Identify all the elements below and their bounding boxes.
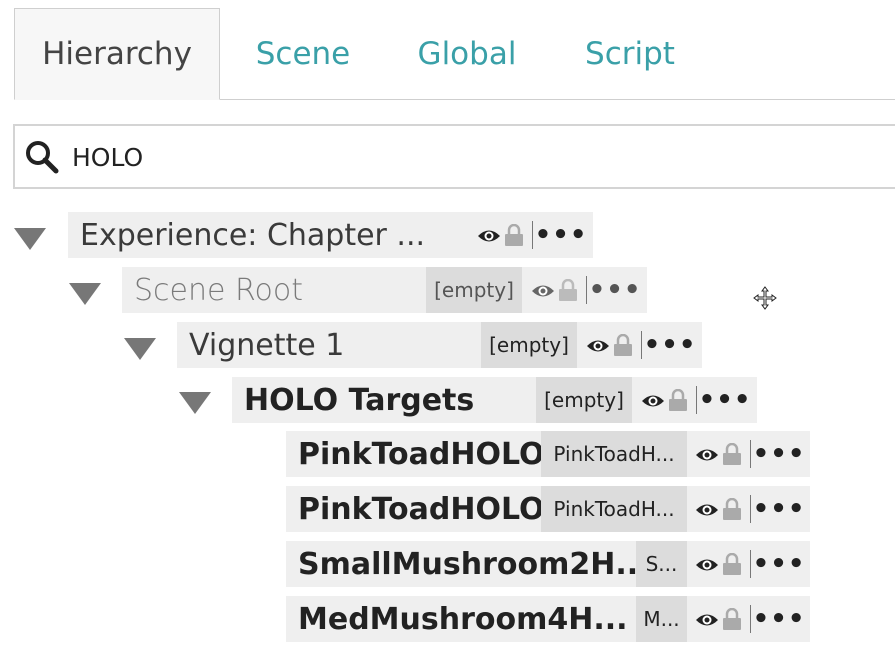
- eye-icon[interactable]: [695, 611, 719, 629]
- node-value-pill: M...: [636, 596, 687, 642]
- tree-row-pinktoad-2[interactable]: PinkToadHOLO PinkToadH... •••: [286, 486, 810, 532]
- tree-row-vignette[interactable]: Vignette 1 [empty] •••: [177, 322, 702, 368]
- separator: [696, 386, 697, 414]
- more-options-button[interactable]: •••: [699, 377, 751, 423]
- more-options-button[interactable]: •••: [753, 486, 805, 532]
- more-options-button[interactable]: •••: [644, 322, 696, 368]
- node-name: SmallMushroom2H...: [298, 546, 650, 582]
- separator: [586, 276, 587, 304]
- eye-icon[interactable]: [695, 501, 719, 519]
- eye-icon[interactable]: [641, 392, 665, 410]
- node-name: PinkToadHOLO: [298, 491, 545, 527]
- lock-icon[interactable]: [505, 224, 523, 246]
- more-options-button[interactable]: •••: [589, 267, 641, 313]
- node-name: Experience: Chapter ...: [80, 217, 426, 253]
- node-name: Vignette 1: [189, 327, 345, 363]
- tree-row-pinktoad-1[interactable]: PinkToadHOLO PinkToadH... •••: [286, 431, 810, 477]
- node-value-pill: [empty]: [426, 267, 522, 313]
- node-name: MedMushroom4H...: [298, 601, 628, 637]
- node-value-pill: [empty]: [481, 322, 577, 368]
- eye-icon[interactable]: [695, 446, 719, 464]
- separator: [750, 550, 751, 578]
- search-icon[interactable]: [25, 140, 59, 174]
- node-value-pill: PinkToadH...: [541, 431, 687, 477]
- node-name: Scene Root: [134, 272, 303, 308]
- separator: [641, 331, 642, 359]
- separator: [750, 440, 751, 468]
- node-name: HOLO Targets: [244, 382, 475, 418]
- lock-icon[interactable]: [723, 608, 741, 630]
- node-value-pill: PinkToadH...: [541, 486, 687, 532]
- tree-row-medmushroom[interactable]: MedMushroom4H... M... •••: [286, 596, 810, 642]
- eye-icon[interactable]: [477, 227, 501, 245]
- collapse-arrow-icon[interactable]: [179, 392, 211, 414]
- collapse-arrow-icon[interactable]: [124, 338, 156, 360]
- more-options-button[interactable]: •••: [753, 541, 805, 587]
- tab-bar: Hierarchy Scene Global Script: [0, 0, 895, 100]
- node-value-pill: [empty]: [536, 377, 632, 423]
- lock-icon[interactable]: [614, 334, 632, 356]
- search-input[interactable]: [70, 134, 774, 180]
- tree-row-holo-targets[interactable]: HOLO Targets [empty] •••: [232, 377, 757, 423]
- separator: [750, 495, 751, 523]
- more-options-button[interactable]: •••: [753, 431, 805, 477]
- lock-icon[interactable]: [559, 279, 577, 301]
- tree-row-experience[interactable]: Experience: Chapter ... •••: [68, 212, 593, 258]
- tab-scene[interactable]: Scene: [228, 8, 378, 100]
- eye-icon[interactable]: [586, 337, 610, 355]
- eye-icon[interactable]: [695, 556, 719, 574]
- tab-global[interactable]: Global: [392, 8, 542, 100]
- lock-icon[interactable]: [723, 553, 741, 575]
- lock-icon[interactable]: [669, 389, 687, 411]
- more-options-button[interactable]: •••: [535, 212, 587, 258]
- collapse-arrow-icon[interactable]: [14, 228, 46, 250]
- more-options-button[interactable]: •••: [753, 596, 805, 642]
- tab-hierarchy[interactable]: Hierarchy: [14, 8, 220, 100]
- eye-icon[interactable]: [531, 282, 555, 300]
- lock-icon[interactable]: [723, 443, 741, 465]
- move-cursor-icon: [753, 286, 777, 310]
- search-box: [13, 124, 895, 189]
- tab-script[interactable]: Script: [555, 8, 705, 100]
- separator: [750, 605, 751, 633]
- separator: [532, 221, 533, 249]
- lock-icon[interactable]: [723, 498, 741, 520]
- collapse-arrow-icon[interactable]: [69, 283, 101, 305]
- node-value-pill: S...: [636, 541, 687, 587]
- tree-row-smallmushroom[interactable]: SmallMushroom2H... S... •••: [286, 541, 810, 587]
- node-name: PinkToadHOLO: [298, 436, 545, 472]
- tree-row-scene-root[interactable]: Scene Root [empty] •••: [122, 267, 647, 313]
